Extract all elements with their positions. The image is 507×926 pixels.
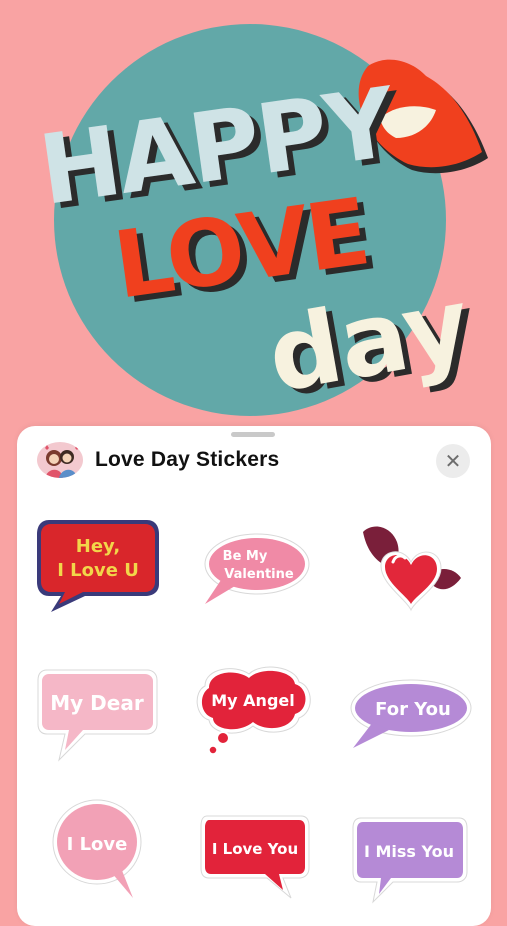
- sheet-grabber-handle[interactable]: [231, 432, 275, 437]
- close-button[interactable]: ✕: [436, 444, 470, 478]
- svg-text:I Love U: I Love U: [57, 560, 139, 581]
- sticker-i-miss-you[interactable]: I Miss You: [351, 814, 469, 904]
- svg-text:Hey,: Hey,: [76, 536, 120, 557]
- close-icon: ✕: [444, 450, 462, 473]
- svg-text:I Love: I Love: [67, 834, 128, 855]
- couple-avatar-icon: [37, 442, 83, 478]
- sticker-my-angel[interactable]: My Angel: [191, 662, 315, 758]
- sticker-for-you[interactable]: For You: [347, 678, 473, 750]
- sticker-hey-i-love-u[interactable]: Hey, I Love U: [35, 516, 161, 614]
- svg-text:For You: For You: [375, 699, 451, 720]
- sticker-pack-title: Love Day Stickers: [95, 448, 280, 471]
- sticker-i-love-you[interactable]: I Love You: [199, 812, 311, 900]
- svg-text:Be My: Be My: [223, 549, 268, 564]
- sticker-i-love[interactable]: I Love: [49, 798, 145, 902]
- sticker-be-my-valentine[interactable]: Be My Valentine: [199, 532, 311, 608]
- svg-text:My Dear: My Dear: [50, 691, 144, 715]
- svg-text:I Love You: I Love You: [212, 840, 298, 858]
- svg-text:I Miss You: I Miss You: [364, 842, 454, 861]
- svg-text:Valentine: Valentine: [224, 567, 294, 582]
- svg-text:My Angel: My Angel: [211, 691, 294, 710]
- sticker-my-dear[interactable]: My Dear: [37, 666, 159, 762]
- sticker-sheet: Love Day Stickers ✕ Hey, I Love U Be My …: [17, 426, 491, 926]
- hero-sticker-preview: HAPPY HAPPY LOVE LOVE day day: [0, 0, 507, 430]
- sticker-winged-heart[interactable]: [357, 522, 467, 614]
